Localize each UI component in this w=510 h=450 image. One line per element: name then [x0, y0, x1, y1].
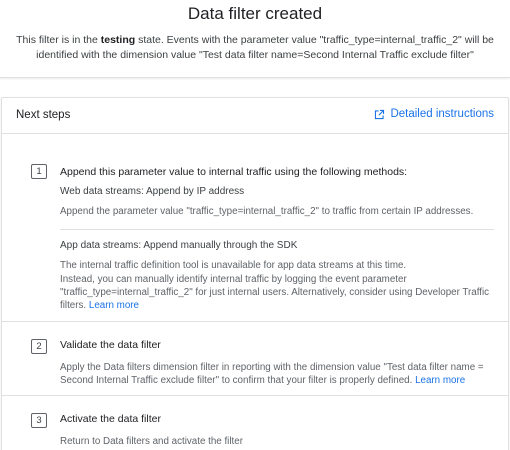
app-streams-body-2: Instead, you can manually identify inter… [60, 273, 494, 312]
step-3-number: 3 [31, 413, 47, 428]
desc-prefix: This filter is in the [16, 34, 101, 46]
divider [60, 229, 494, 230]
app-streams-body-1: The internal traffic definition tool is … [60, 260, 407, 271]
filter-state: testing [100, 34, 136, 46]
step-1-title: Append this parameter value to internal … [60, 166, 408, 178]
step-2-title: Validate the data filter [60, 339, 161, 351]
open-in-new-icon [375, 109, 385, 119]
learn-more-link-app[interactable]: Learn more [89, 300, 139, 311]
page-title: Data filter created [187, 4, 323, 23]
step-3-title: Activate the data filter [60, 413, 161, 425]
app-streams-title: App data streams: Append manually throug… [60, 240, 298, 251]
web-streams-title: Web data streams: Append by IP address [60, 186, 245, 197]
detailed-instructions-label: Detailed instructions [390, 108, 494, 120]
divider [2, 321, 508, 322]
filter-state-description: This filter is in the testing state. Eve… [14, 33, 496, 63]
web-streams-body: Append the parameter value "traffic_type… [60, 206, 474, 217]
learn-more-link-validate[interactable]: Learn more [415, 375, 465, 386]
step-3-body: Return to Data filters and activate the … [60, 436, 243, 447]
divider [2, 395, 508, 396]
confirmation-card: Data filter created This filter is in th… [0, 0, 510, 78]
next-steps-header: Next steps Detailed instructions [2, 98, 508, 134]
step-1-number: 1 [31, 164, 47, 179]
detailed-instructions-link[interactable]: Detailed instructions [374, 108, 494, 120]
step-2-body: Apply the Data filters dimension filter … [60, 361, 494, 387]
next-steps-card: Next steps Detailed instructions 1 Appen… [1, 97, 509, 450]
step-2-number: 2 [31, 339, 47, 354]
next-steps-title: Next steps [16, 109, 71, 121]
